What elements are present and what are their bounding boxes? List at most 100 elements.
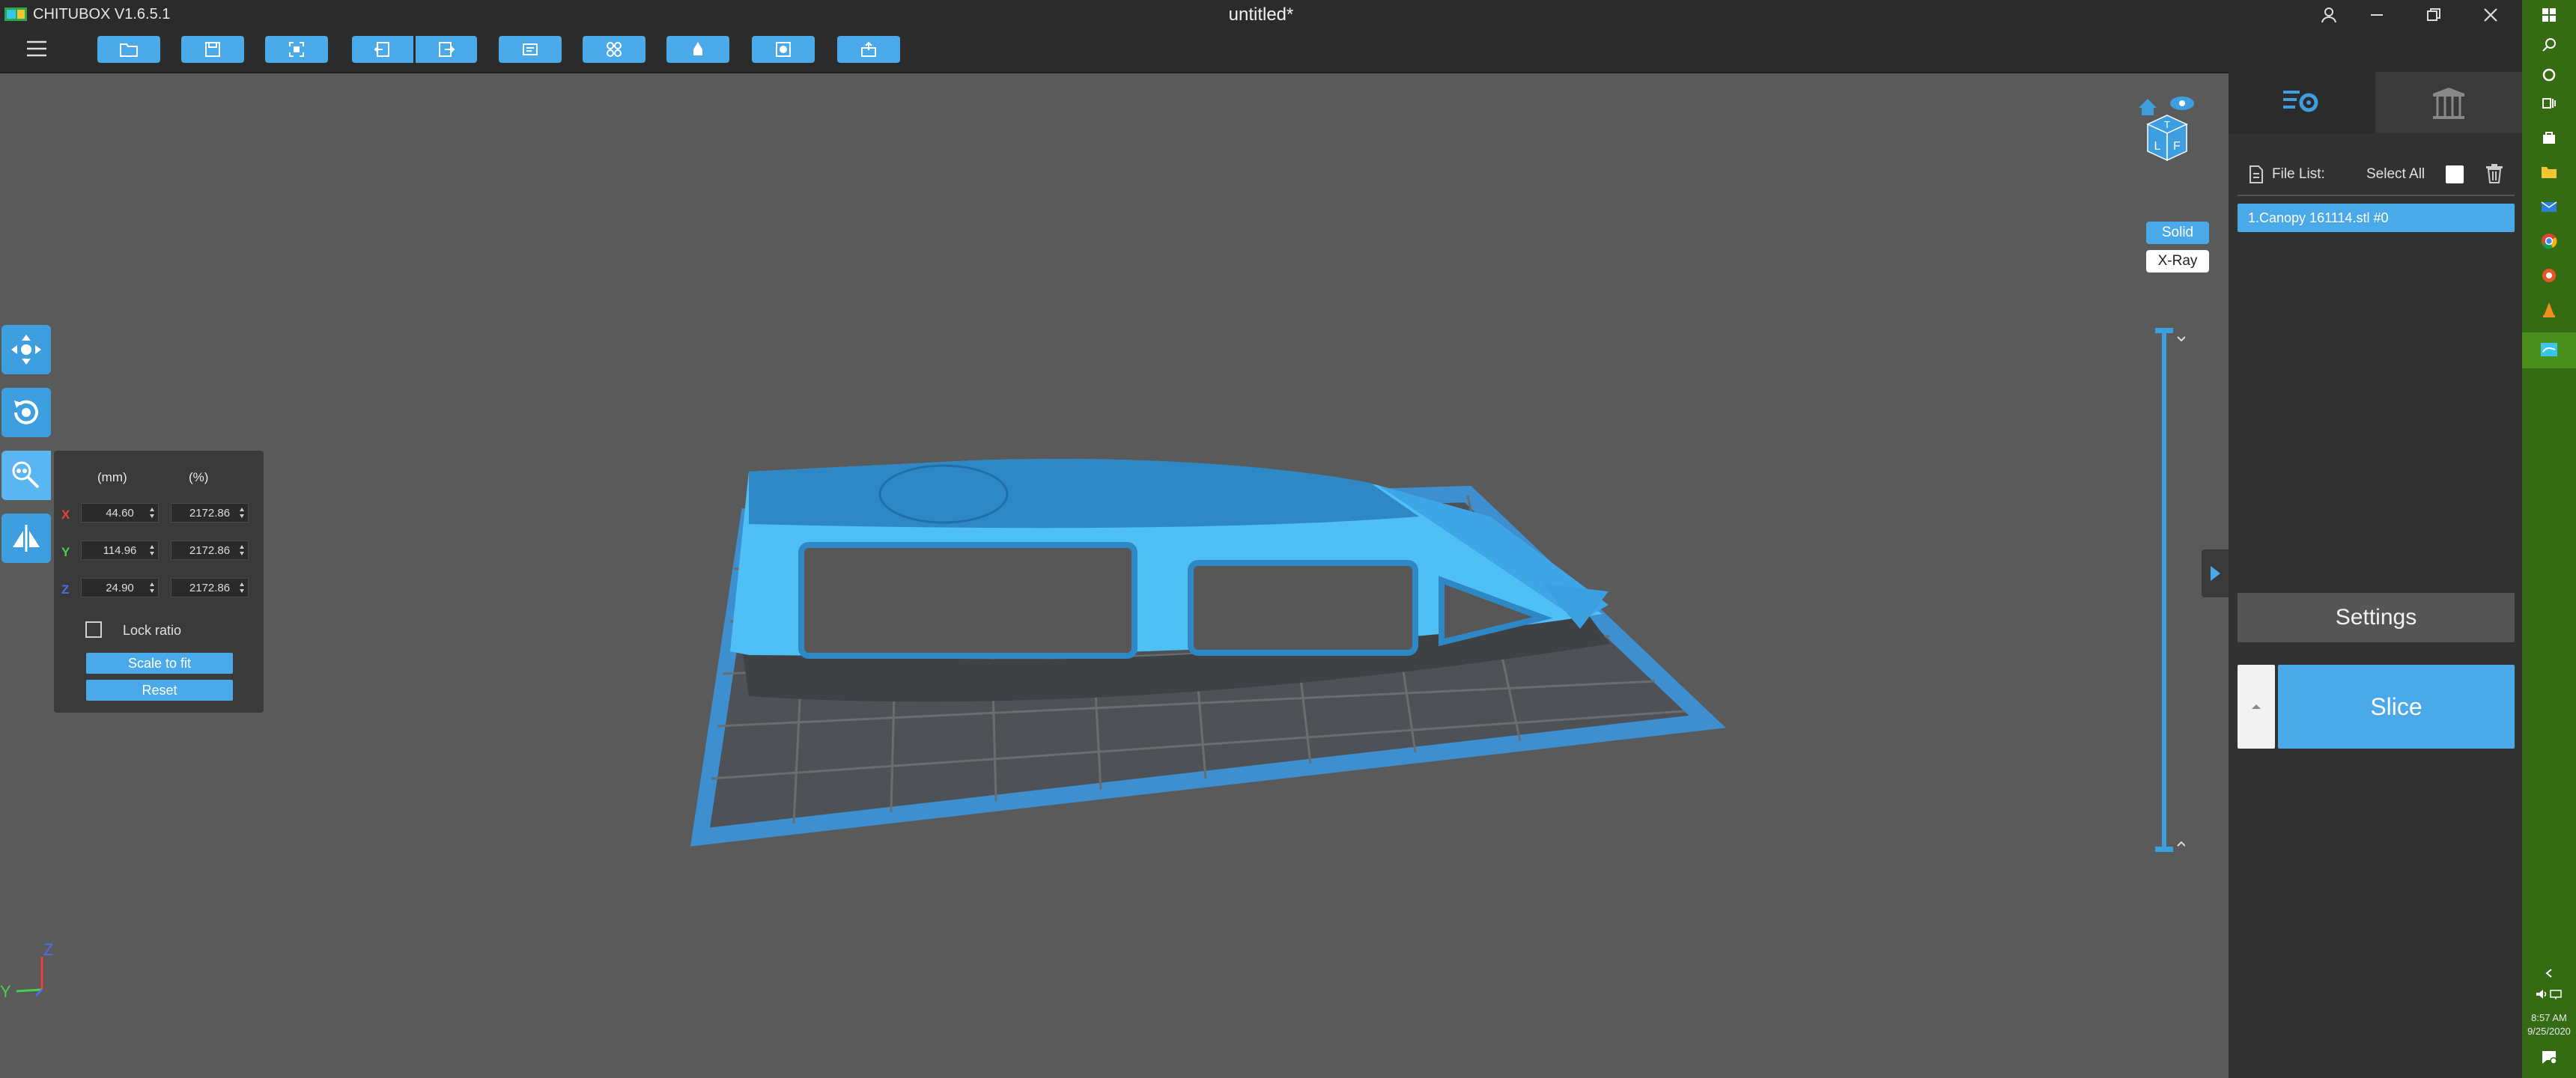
save-icon (205, 42, 220, 57)
z-mm-input[interactable]: 24.90 (81, 578, 159, 597)
close-button[interactable] (2467, 0, 2515, 30)
undo-button[interactable] (352, 36, 413, 63)
minimize-icon (2371, 14, 2383, 16)
reset-button[interactable]: Reset (86, 680, 233, 701)
minimize-button[interactable] (2353, 0, 2401, 30)
vlc-icon (2543, 302, 2555, 317)
lock-ratio-label: Lock ratio (123, 623, 182, 638)
taskbar-app-red[interactable] (2539, 265, 2560, 286)
z-axis-label: Z (61, 582, 70, 597)
solid-mode-button[interactable]: Solid (2146, 222, 2209, 244)
lock-ratio-checkbox[interactable] (85, 621, 102, 638)
duplicate-icon (523, 43, 538, 55)
notification-icon (2542, 1051, 2557, 1065)
taskbar-file-explorer[interactable] (2539, 162, 2560, 183)
taskbar-app-store[interactable] (2539, 127, 2560, 148)
clock-time[interactable]: 8:57 AM (2522, 1012, 2576, 1023)
taskbar-chitubox-active[interactable] (2522, 332, 2576, 368)
file-icon (2250, 165, 2263, 183)
open-file-button[interactable] (97, 36, 160, 63)
layer-slider[interactable] (2155, 328, 2185, 852)
panel-toggle-button[interactable] (2202, 549, 2229, 597)
hollow-button[interactable] (666, 36, 729, 63)
home-icon[interactable] (2139, 99, 2157, 115)
dig-hole-icon (776, 42, 791, 57)
tray-status-icons[interactable] (2528, 984, 2570, 1005)
taskbar-mail[interactable] (2539, 196, 2560, 217)
rotate-tool-button[interactable] (1, 388, 51, 437)
cortana-button[interactable] (2539, 64, 2560, 85)
unit-percent-header: (%) (189, 470, 209, 484)
close-icon (2484, 8, 2497, 22)
y-percent-input[interactable]: 2172.86 (171, 540, 249, 560)
export-button[interactable] (837, 36, 900, 63)
spin-arrows-icon[interactable] (149, 581, 155, 594)
spin-arrows-icon[interactable] (239, 543, 245, 557)
file-list-label: File List: (2272, 166, 2325, 182)
chrome-icon (2542, 234, 2557, 249)
undo-icon (374, 42, 389, 57)
slider-top-handle[interactable] (2155, 328, 2173, 333)
network-icon (2550, 990, 2562, 999)
slice-button[interactable]: Slice (2278, 665, 2515, 749)
windows-start-button[interactable] (2539, 4, 2560, 25)
slice-options-button[interactable] (2238, 665, 2275, 749)
right-panel: File List: Select All 1.Canopy 161114.st… (2229, 72, 2522, 1078)
x-percent-input[interactable]: 2172.86 (171, 503, 249, 523)
chevron-down-icon[interactable] (2177, 336, 2185, 342)
cube-left-label: L (2154, 140, 2161, 153)
spin-arrows-icon[interactable] (239, 581, 245, 594)
cortana-icon (2542, 68, 2556, 82)
settings-list-icon (2283, 91, 2318, 112)
task-view-button[interactable] (2539, 93, 2560, 114)
dig-hole-button[interactable] (752, 36, 815, 63)
volume-icon (2536, 990, 2547, 999)
taskbar-chrome[interactable] (2539, 231, 2560, 252)
redo-button[interactable] (416, 36, 477, 63)
trash-icon[interactable] (2485, 163, 2504, 184)
xray-mode-button[interactable]: X-Ray (2146, 250, 2209, 272)
chevron-up-icon (2252, 704, 2261, 709)
settings-button[interactable]: Settings (2238, 593, 2515, 642)
chitubox-taskbar-icon (2541, 343, 2557, 356)
account-button[interactable] (2305, 0, 2353, 30)
select-all-checkbox[interactable] (2446, 165, 2464, 183)
scale-to-fit-button[interactable]: Scale to fit (86, 653, 233, 674)
spin-arrows-icon[interactable] (149, 543, 155, 557)
slider-bottom-handle[interactable] (2155, 847, 2173, 852)
chitubox-logo-icon (4, 7, 27, 21)
x-mm-input[interactable]: 44.60 (81, 503, 159, 523)
hamburger-menu-icon[interactable] (25, 37, 48, 60)
tab-supports[interactable] (2375, 72, 2522, 133)
eye-icon[interactable] (2170, 97, 2194, 110)
arrange-button[interactable] (583, 36, 645, 63)
y-mm-input[interactable]: 114.96 (81, 540, 159, 560)
scale-tool-button[interactable] (1, 451, 51, 500)
spin-arrows-icon[interactable] (149, 506, 155, 520)
action-center-button[interactable] (2539, 1047, 2560, 1068)
taskbar-vlc[interactable] (2539, 299, 2560, 320)
chevron-left-icon (2545, 969, 2552, 978)
divider (2238, 195, 2515, 196)
chevron-up-icon[interactable] (2177, 841, 2185, 847)
3d-viewport[interactable] (0, 73, 2229, 1078)
tab-print-settings[interactable] (2229, 72, 2375, 133)
scale-panel: (mm) (%) X 44.60 2172.86 Y 114.96 2172.8… (54, 451, 264, 713)
z-percent-input[interactable]: 2172.86 (171, 578, 249, 597)
view-cube[interactable]: T L F (2137, 88, 2197, 163)
screenshot-button[interactable] (265, 36, 328, 63)
move-tool-button[interactable] (1, 325, 51, 374)
mirror-tool-button[interactable] (1, 514, 51, 563)
duplicate-button[interactable] (499, 36, 562, 63)
spin-arrows-icon[interactable] (239, 506, 245, 520)
save-button[interactable] (181, 36, 244, 63)
arrange-icon (607, 42, 622, 57)
restore-button[interactable] (2410, 0, 2458, 30)
clock-date[interactable]: 9/25/2020 (2522, 1026, 2576, 1037)
file-list-item[interactable]: 1.Canopy 161114.stl #0 (2238, 204, 2515, 232)
model-scene[interactable] (0, 73, 2229, 1078)
folder-icon (2542, 167, 2557, 178)
supports-icon (2433, 88, 2464, 119)
show-hidden-icons-button[interactable] (2539, 963, 2560, 984)
taskbar-search[interactable] (2539, 34, 2560, 55)
